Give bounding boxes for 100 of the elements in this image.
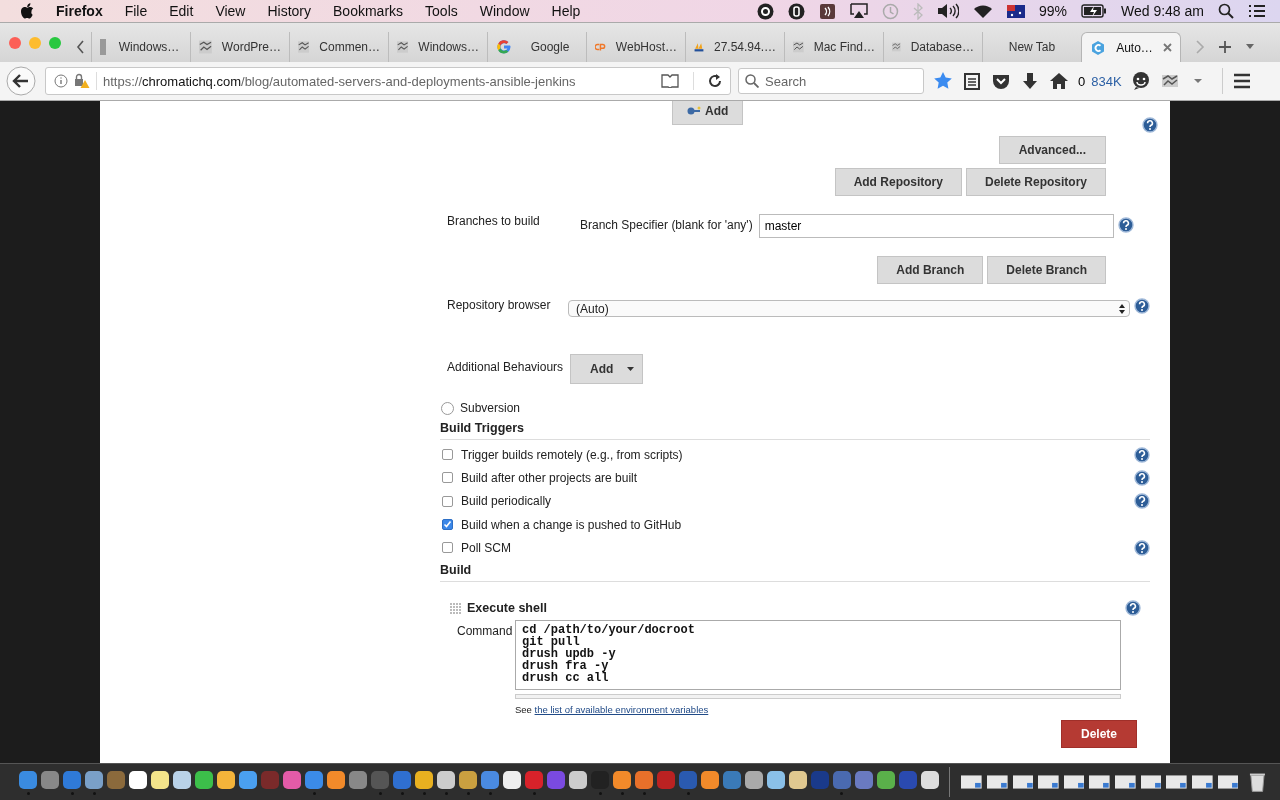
document-thumbnail-icon[interactable]	[1063, 775, 1085, 789]
help-icon[interactable]	[1134, 446, 1150, 463]
document-thumbnail-icon[interactable]	[1166, 775, 1187, 789]
document-thumbnail-icon[interactable]	[1191, 775, 1213, 789]
dock-app-icon[interactable]	[612, 769, 633, 790]
reader-view-icon[interactable]	[661, 74, 679, 88]
dock-app-icon[interactable]	[150, 769, 171, 790]
dock-app-icon[interactable]	[919, 769, 940, 790]
favicon-icon	[298, 39, 310, 55]
help-icon[interactable]	[1134, 539, 1150, 556]
list-icon[interactable]	[1248, 4, 1266, 18]
home-icon[interactable]	[1049, 71, 1069, 91]
help-icon[interactable]	[1125, 600, 1141, 617]
document-thumbnail-icon[interactable]	[1038, 775, 1059, 789]
menu-item[interactable]: Tools	[425, 3, 458, 19]
dock-app-icon[interactable]	[458, 769, 479, 790]
document-thumbnail-icon[interactable]	[1012, 775, 1034, 789]
menu-item[interactable]: View	[215, 3, 246, 19]
add-behaviour-dropdown[interactable]: Add	[570, 354, 644, 384]
dock-app-icon[interactable]	[700, 769, 720, 790]
checkbox[interactable]	[442, 449, 453, 461]
checkbox[interactable]	[442, 542, 453, 554]
advanced-button[interactable]: Advanced...	[998, 136, 1106, 164]
help-text: See the list of available environment variables	[515, 704, 710, 716]
menu-icon[interactable]	[1231, 71, 1252, 91]
select-arrows-icon	[1119, 303, 1125, 314]
document-thumbnail-icon[interactable]	[1140, 775, 1162, 789]
download-icon[interactable]	[1020, 71, 1040, 91]
wifi-icon[interactable]	[972, 3, 993, 19]
document-thumbnail-icon[interactable]	[961, 775, 982, 789]
info-icon[interactable]	[54, 74, 68, 88]
close-tab-icon[interactable]	[1163, 43, 1172, 52]
dock-app-icon[interactable]	[502, 769, 523, 790]
menu-item[interactable]: History	[267, 3, 312, 19]
help-icon[interactable]	[1117, 217, 1134, 233]
field-label: Branch Specifier (blank for 'any')	[580, 218, 753, 232]
branch-specifier-field[interactable]: master	[758, 214, 1114, 238]
menu-item[interactable]: Bookmarks	[333, 3, 404, 19]
delete-button[interactable]: Delete	[1060, 720, 1137, 749]
command-field[interactable]: cd /path/to/your/docroot git pull drush updb -y drush fra -y drush cc all	[515, 620, 1121, 691]
delete-repository-button[interactable]: Delete Repository	[965, 168, 1106, 196]
help-icon[interactable]	[1134, 469, 1150, 486]
status-icon[interactable]	[818, 2, 836, 20]
dock-app-icon[interactable]	[216, 769, 237, 790]
document-thumbnail-icon[interactable]	[1217, 775, 1239, 789]
menu-item[interactable]: File	[124, 3, 148, 19]
app-menu[interactable]: Firefox	[56, 3, 103, 19]
dock-app-icon[interactable]	[743, 769, 764, 790]
dock-app-icon[interactable]	[128, 769, 149, 790]
search-icon[interactable]	[1218, 3, 1234, 19]
dock-app-icon[interactable]	[194, 769, 215, 790]
new-tab-button[interactable]	[1219, 41, 1231, 53]
help-icon[interactable]	[1142, 117, 1158, 133]
dock-app-icon[interactable]	[414, 769, 435, 790]
dock-app-icon[interactable]	[787, 769, 808, 790]
back-button[interactable]	[6, 66, 36, 96]
radio-label: Subversion	[460, 401, 521, 415]
status-icon[interactable]	[787, 2, 805, 20]
search-field[interactable]: Search	[738, 68, 924, 94]
status-icon[interactable]	[756, 2, 774, 20]
document-thumbnail-icon[interactable]	[1115, 775, 1136, 789]
reload-icon[interactable]	[708, 74, 722, 88]
address-bar[interactable]: https://chromatichq.com/blog/automated-servers-and-deployments-ansible-jenkins	[45, 67, 731, 95]
document-thumbnail-icon[interactable]	[1089, 775, 1111, 789]
insecure-lock-icon[interactable]	[74, 73, 90, 89]
battery-icon[interactable]	[1081, 4, 1107, 18]
browser-tab[interactable]: Auto…	[1081, 32, 1181, 62]
add-credentials-button[interactable]: Add	[672, 101, 744, 125]
dock-app-icon[interactable]	[765, 769, 786, 790]
dock-app-icon[interactable]	[172, 769, 193, 790]
tab-list-button[interactable]	[1245, 44, 1255, 50]
dock-app-icon[interactable]	[436, 769, 457, 790]
radio-button[interactable]	[441, 401, 454, 415]
add-branch-button[interactable]: Add Branch	[877, 256, 984, 284]
menu-item[interactable]: Edit	[169, 3, 194, 19]
flag-icon[interactable]	[1006, 4, 1025, 18]
checkbox[interactable]	[442, 472, 453, 484]
help-icon[interactable]	[1134, 298, 1150, 314]
checkbox[interactable]	[442, 495, 453, 507]
help-icon[interactable]	[1134, 493, 1150, 510]
menu-item[interactable]: Window	[479, 3, 530, 19]
search-placeholder: Search	[765, 73, 807, 89]
bookmark-star-icon[interactable]	[933, 71, 953, 91]
dock-app-icon[interactable]	[568, 769, 589, 790]
dock-app-icon[interactable]	[326, 769, 347, 790]
volume-icon[interactable]	[936, 3, 959, 19]
drag-handle-icon[interactable]	[450, 603, 461, 614]
delete-branch-button[interactable]: Delete Branch	[987, 256, 1106, 284]
clock-text[interactable]: Wed 9:48 am	[1121, 3, 1204, 19]
menu-item[interactable]: Help	[551, 3, 581, 19]
chat-icon[interactable]	[1130, 71, 1151, 91]
trash-icon[interactable]	[1249, 771, 1267, 793]
airplay-icon[interactable]	[849, 3, 868, 19]
document-thumbnail-icon[interactable]	[986, 775, 1008, 789]
checkbox[interactable]	[442, 519, 453, 531]
repository-browser-select[interactable]: (Auto)	[568, 300, 1130, 317]
environment-variables-link[interactable]: the list of available environment variables	[534, 704, 709, 716]
bookmarks-list-icon[interactable]	[962, 71, 982, 91]
apple-icon[interactable]	[20, 3, 34, 19]
add-repository-button[interactable]: Add Repository	[834, 168, 962, 196]
